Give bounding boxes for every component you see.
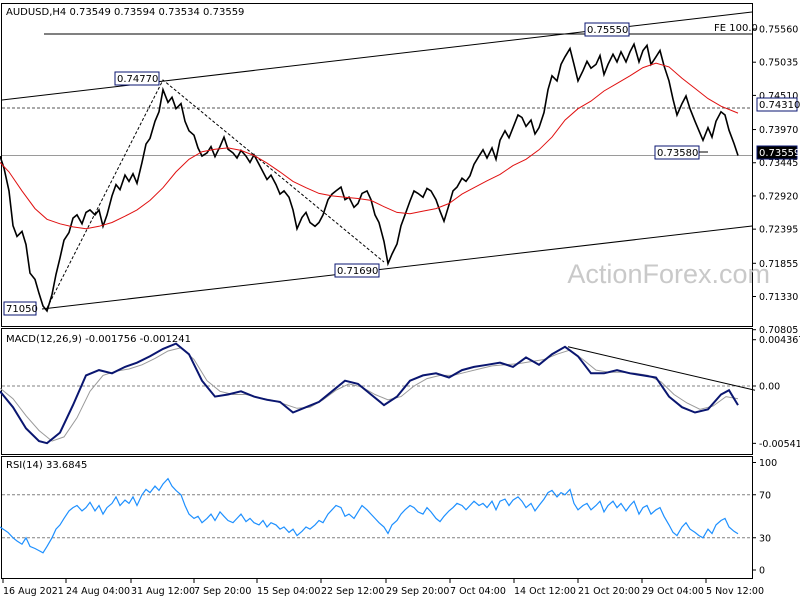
watermark: ActionForex.com [567,259,770,289]
rsi-y-tick-label: 30 [759,533,771,544]
price-y-tick-label: 0.75035 [759,58,798,69]
high-label-0-7477: 0.74770 [114,71,160,86]
price-y-tick-label: 0.75560 [759,25,798,36]
chart-canvas: ActionForex.com AUDUSD,H4 0.73549 0.7359… [0,0,800,600]
price-y-tick-label: 0.73970 [759,125,798,136]
macd-y-tick-label: -0.005411 [759,439,800,450]
x-tick-label: 16 Aug 2021 [3,586,64,597]
x-tick-label: 31 Aug 12:00 [131,586,195,597]
price-y-tick-label: 0.71855 [759,259,798,270]
x-tick-label: 29 Oct 04:00 [642,586,704,597]
high-label-0-7555: 0.75550 [584,22,630,37]
rsi-y-tick-label: 100 [759,458,777,469]
price-y-tick-label: 0.72395 [759,225,798,236]
macd-title: MACD(12,26,9) -0.001756 -0.001241 [6,334,191,345]
low-label-0-7105-text: 71050 [6,304,38,315]
price-y-tick-label: 0.71330 [759,292,798,303]
low-label-0-7169-text: 0.71690 [337,266,378,277]
resistance-price-label: 0.74310 [756,97,800,112]
x-tick-label: 24 Aug 04:00 [66,586,130,597]
high-label-0-7477-text: 0.74770 [117,74,158,85]
x-tick-label: 7 Sep 20:00 [194,586,251,597]
x-tick-label: 5 Nov 12:00 [706,586,764,597]
x-tick-label: 29 Sep 20:00 [386,586,449,597]
low-label-0-7169: 0.71690 [334,263,380,278]
low-label-0-7358-text: 0.73580 [657,148,698,159]
x-tick-label: 22 Sep 12:00 [321,586,384,597]
fe-100-label: FE 100.0 [714,23,758,34]
macd-y-tick-label: 0.00 [759,382,780,393]
macd-y-tick-label: 0.004367 [759,335,800,346]
x-tick-label: 14 Oct 12:00 [514,586,576,597]
current-price-label: 0.73559 [756,145,800,160]
rsi-y-tick-label: 0 [759,566,765,577]
current-price-label-text: 0.73559 [759,148,800,159]
price-y-tick-label: 0.73445 [759,158,798,169]
rsi-y-tick-label: 70 [759,490,771,501]
resistance-price-label-text: 0.74310 [759,100,800,111]
x-tick-label: 21 Oct 20:00 [578,586,640,597]
rsi-title: RSI(14) 33.6845 [6,460,87,471]
x-tick-label: 7 Oct 04:00 [450,586,506,597]
x-tick-label: 15 Sep 04:00 [257,586,320,597]
high-label-0-7555-text: 0.75550 [587,25,628,36]
price-title: AUDUSD,H4 0.73549 0.73594 0.73534 0.7355… [6,7,244,18]
low-label-0-7358: 0.73580 [654,145,700,160]
price-y-tick-label: 0.72920 [759,191,798,202]
low-label-0-7105: 71050 [3,301,38,316]
